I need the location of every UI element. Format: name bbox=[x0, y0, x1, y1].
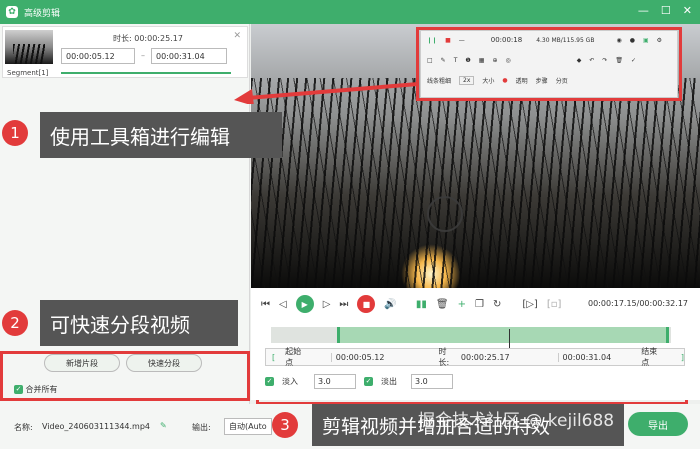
callout-1: 使用工具箱进行编辑 bbox=[40, 112, 282, 158]
end-bracket-icon[interactable]: ] bbox=[681, 353, 684, 362]
minimize-button[interactable]: — bbox=[638, 4, 649, 17]
time-separator: – bbox=[141, 51, 145, 60]
callout-2: 可快速分段视频 bbox=[40, 300, 238, 346]
segment-card[interactable]: Segment[1] 时长: 00:00:25.17 00:00:05.12 –… bbox=[2, 26, 248, 78]
export-button[interactable]: 导出 bbox=[628, 412, 688, 436]
add-icon[interactable]: + bbox=[458, 299, 466, 310]
close-button[interactable]: ✕ bbox=[683, 4, 692, 17]
edit-panel: [ 起始点 00:00:05.12 时长: 00:00:25.17 00:00:… bbox=[251, 320, 700, 400]
fade-in-label: 淡入 bbox=[282, 377, 298, 386]
segment-progress-line bbox=[61, 72, 231, 74]
fade-in-checkbox[interactable]: ✓ bbox=[265, 377, 274, 386]
playback-time: 00:00:17.15/00:00:32.17 bbox=[588, 299, 688, 308]
drawn-circle-annotation bbox=[427, 196, 463, 232]
window-title: 高级剪辑 bbox=[24, 8, 61, 19]
end-label[interactable]: 结束点 bbox=[641, 346, 665, 368]
next-frame-icon[interactable]: ▷ bbox=[323, 299, 331, 310]
start-label[interactable]: 起始点 bbox=[285, 346, 309, 368]
end-value[interactable]: 00:00:31.04 bbox=[557, 352, 611, 362]
callout-number-3: 3 bbox=[272, 412, 298, 438]
volume-icon[interactable]: 🔊 bbox=[384, 299, 396, 310]
start-value[interactable]: 00:00:05.12 bbox=[330, 352, 384, 362]
duration-label: 时长: bbox=[438, 347, 450, 367]
prev-frame-icon[interactable]: ◁ bbox=[279, 299, 287, 310]
copy-icon[interactable]: ❐ bbox=[475, 299, 484, 310]
callout-number-1: 1 bbox=[2, 120, 28, 146]
fade-out-input[interactable]: 3.0 bbox=[411, 374, 453, 389]
current-time: 00:00:17.15 bbox=[587, 299, 637, 308]
segment-start-input[interactable]: 00:00:05.12 bbox=[61, 48, 135, 64]
play-button[interactable]: ▶ bbox=[295, 295, 314, 313]
mark-in-icon[interactable]: [▷] bbox=[522, 299, 538, 310]
app-logo-icon: ✿ bbox=[6, 6, 18, 18]
split-icon[interactable]: ▮▮ bbox=[416, 299, 427, 310]
timeline-track[interactable] bbox=[271, 327, 671, 349]
output-select[interactable]: 自动(Auto bbox=[224, 418, 272, 435]
player-controls: ⏮ ◁ ▶ ▷ ⏭ ■ 🔊 ▮▮ 🗑 + ❐ ↻ [▷] [▫] 00:00:1… bbox=[251, 288, 700, 320]
pointer-arrow bbox=[234, 82, 419, 104]
output-label: 输出: bbox=[192, 423, 211, 432]
start-bracket-icon[interactable]: [ bbox=[272, 353, 275, 362]
trim-row: [ 起始点 00:00:05.12 时长: 00:00:25.17 00:00:… bbox=[265, 346, 685, 368]
fade-out-label: 淡出 bbox=[381, 377, 397, 386]
title-bar: ✿ 高级剪辑 — ☐ ✕ bbox=[0, 0, 700, 24]
reset-icon[interactable]: ↻ bbox=[493, 299, 501, 310]
fade-row: ✓ 淡入 3.0 ✓ 淡出 3.0 bbox=[265, 374, 453, 389]
name-label: 名称: bbox=[14, 423, 33, 432]
skip-start-icon[interactable]: ⏮ bbox=[261, 299, 270, 310]
delete-icon[interactable]: 🗑 bbox=[436, 299, 449, 310]
timeline-playhead[interactable] bbox=[509, 329, 510, 349]
segment-thumbnail bbox=[5, 30, 53, 64]
duration-value: 00:00:25.17 bbox=[134, 34, 183, 43]
duration-value: 00:00:25.17 bbox=[460, 352, 510, 362]
total-time: 00:00:32.17 bbox=[639, 299, 688, 308]
stop-button[interactable]: ■ bbox=[357, 295, 376, 313]
duration-label: 时长: bbox=[113, 34, 132, 43]
filename: Video_240603111344.mp4 bbox=[42, 422, 150, 431]
segment-duration: 时长: 00:00:25.17 bbox=[113, 33, 183, 44]
fade-in-input[interactable]: 3.0 bbox=[314, 374, 356, 389]
fade-out-checkbox[interactable]: ✓ bbox=[364, 377, 373, 386]
toolbox-highlight bbox=[416, 27, 682, 101]
split-highlight bbox=[0, 351, 250, 401]
mark-out-icon[interactable]: [▫] bbox=[547, 299, 562, 310]
segment-label: Segment[1] bbox=[7, 69, 49, 77]
reeds-silhouette bbox=[251, 78, 700, 288]
skip-end-icon[interactable]: ⏭ bbox=[339, 299, 348, 310]
remove-segment-icon[interactable]: ✕ bbox=[233, 31, 241, 41]
segment-end-input[interactable]: 00:00:31.04 bbox=[151, 48, 227, 64]
callout-number-2: 2 bbox=[2, 310, 28, 336]
watermark: 掘金技术社区 @ kejil688 bbox=[418, 411, 615, 431]
maximize-button[interactable]: ☐ bbox=[661, 4, 671, 17]
timeline-selection[interactable] bbox=[337, 327, 669, 343]
edit-name-icon[interactable]: ✎ bbox=[160, 421, 167, 430]
